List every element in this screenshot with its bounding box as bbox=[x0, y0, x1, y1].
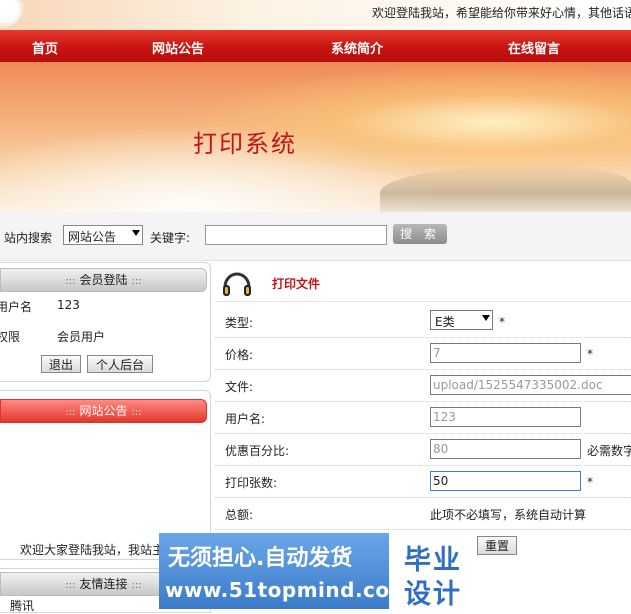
friend-link[interactable]: 腾讯 bbox=[10, 597, 34, 614]
price-input[interactable]: 7 bbox=[430, 343, 581, 363]
search-category-select[interactable]: 网站公告 bbox=[63, 225, 143, 245]
price-label: 价格: bbox=[225, 348, 254, 362]
required-mark: * bbox=[587, 347, 593, 361]
personal-backend-button[interactable]: 个人后台 bbox=[87, 355, 153, 373]
username-value: 123 bbox=[57, 298, 80, 312]
field-row-username: 用户名: 123 bbox=[215, 402, 631, 434]
required-mark: * bbox=[499, 315, 505, 329]
username-label: 用户名 bbox=[0, 300, 33, 314]
watermark-text: 无须担心.自动发货 bbox=[168, 546, 353, 571]
discount-input[interactable]: 80 bbox=[430, 439, 581, 459]
grip-icon: ::: bbox=[65, 276, 76, 287]
notice-panel-title: 网站公告 bbox=[79, 404, 128, 418]
grip-icon: ::: bbox=[65, 407, 76, 418]
nav-item-message[interactable]: 在线留言 bbox=[508, 38, 560, 57]
field-row-price: 价格: 7 * bbox=[215, 338, 631, 370]
total-value: 此项不必填写，系统自动计算 bbox=[430, 508, 587, 522]
field-row-total: 总额: 此项不必填写，系统自动计算 bbox=[215, 498, 631, 530]
login-panel-header: ::: 会员登陆::: bbox=[0, 268, 207, 292]
type-label: 类型: bbox=[225, 316, 254, 330]
search-button[interactable]: 搜 索 bbox=[393, 224, 447, 244]
watermark-badge-bottom: 设计 bbox=[404, 579, 462, 610]
notice-panel-header: ::: 网站公告::: bbox=[0, 399, 207, 423]
field-row-file: 文件: upload/1525547335002.doc bbox=[215, 370, 631, 402]
file-label: 文件: bbox=[225, 380, 254, 394]
grip-icon: ::: bbox=[131, 407, 142, 418]
type-select[interactable]: E类 bbox=[430, 310, 493, 330]
search-label: 站内搜索 bbox=[4, 231, 53, 245]
discount-label: 优惠百分比: bbox=[225, 444, 290, 458]
keyword-input[interactable] bbox=[205, 225, 387, 245]
chevron-down-icon bbox=[132, 230, 140, 236]
field-row-type: 类型: E类 * bbox=[215, 306, 631, 338]
field-row-discount: 优惠百分比: 80 必需数字 bbox=[215, 434, 631, 466]
pages-label: 打印张数: bbox=[225, 476, 278, 490]
keyword-label: 关键字: bbox=[150, 231, 191, 245]
watermark-url: www.51topmind.com bbox=[165, 578, 411, 602]
notice-marquee[interactable]: 欢迎大家登陆我站，我站主要 bbox=[20, 541, 176, 558]
grip-icon: ::: bbox=[131, 580, 142, 591]
main-nav: 首页 网站公告 系统简介 在线留言 bbox=[0, 30, 631, 62]
nav-item-home[interactable]: 首页 bbox=[32, 38, 58, 57]
main-title: 打印文件 bbox=[272, 277, 321, 291]
pages-input[interactable]: 50 bbox=[430, 471, 581, 491]
username-field-label: 用户名: bbox=[225, 412, 266, 426]
login-panel-title: 会员登陆 bbox=[79, 273, 128, 287]
banner-title: 打印系统 bbox=[193, 130, 297, 158]
permission-value: 会员用户 bbox=[57, 330, 106, 344]
field-row-pages: 打印张数: 50 * bbox=[215, 466, 631, 498]
search-category-value: 网站公告 bbox=[68, 230, 117, 244]
grip-icon: ::: bbox=[65, 580, 76, 591]
discount-note: 必需数字 bbox=[587, 444, 631, 458]
username-input[interactable]: 123 bbox=[430, 407, 581, 427]
reset-button[interactable]: 重置 bbox=[477, 536, 517, 555]
logout-button[interactable]: 退出 bbox=[41, 355, 81, 373]
links-panel-title: 友情连接 bbox=[79, 577, 128, 591]
permission-label: 权限 bbox=[0, 330, 21, 344]
file-input[interactable]: upload/1525547335002.doc bbox=[430, 375, 631, 395]
headphone-icon bbox=[221, 265, 253, 299]
nav-item-notices[interactable]: 网站公告 bbox=[152, 38, 204, 57]
total-label: 总额: bbox=[225, 508, 254, 522]
grip-icon: ::: bbox=[131, 276, 142, 287]
welcome-marquee: 欢迎登陆我站，希望能给你带来好心情，其他话语 bbox=[372, 6, 631, 20]
type-value: E类 bbox=[435, 315, 455, 329]
chevron-down-icon bbox=[482, 315, 490, 321]
required-mark: * bbox=[587, 475, 593, 489]
nav-item-intro[interactable]: 系统简介 bbox=[331, 38, 383, 57]
divider bbox=[215, 301, 631, 302]
